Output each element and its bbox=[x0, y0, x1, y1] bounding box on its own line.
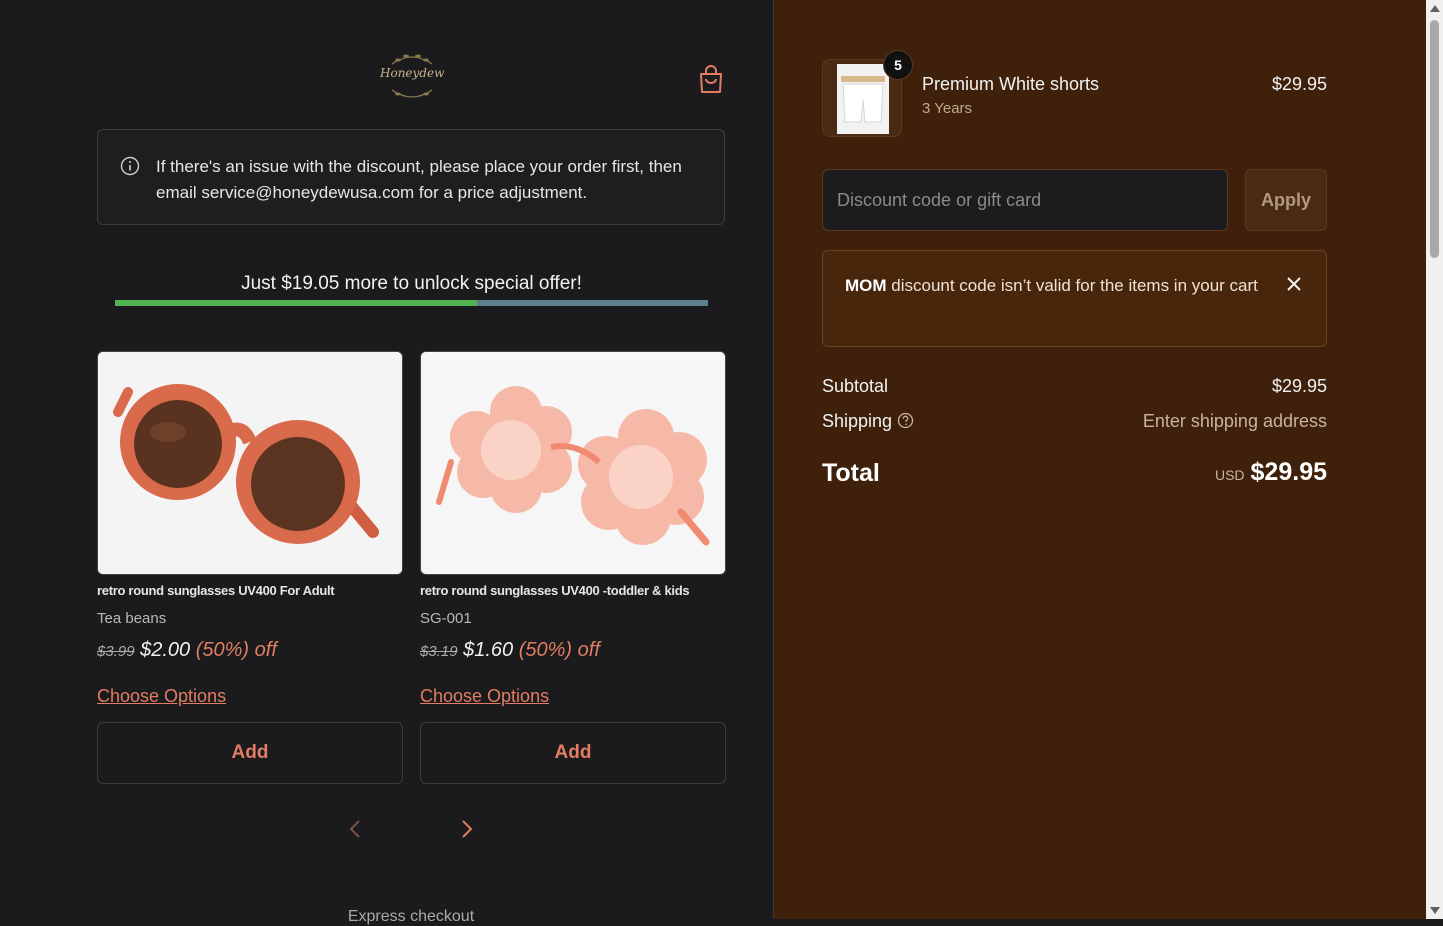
scroll-up-arrow-icon[interactable] bbox=[1430, 5, 1440, 12]
scroll-down-arrow-icon[interactable] bbox=[1430, 907, 1440, 914]
shopping-bag-icon[interactable] bbox=[697, 64, 725, 94]
discount-code: MOM bbox=[845, 276, 887, 295]
sale-price: $2.00 bbox=[140, 639, 191, 661]
upsell-card: retro round sunglasses UV400 For Adult T… bbox=[97, 351, 403, 784]
cart-item-name: Premium White shorts bbox=[922, 74, 1100, 94]
original-price: $3.99 bbox=[97, 643, 135, 660]
express-checkout-heading: Express checkout bbox=[347, 908, 475, 925]
add-button[interactable]: Add bbox=[97, 722, 403, 784]
discount-error-banner: MOM discount code isn’t valid for the it… bbox=[822, 250, 1327, 347]
product-price: $3.19 $1.60 (50%) off bbox=[420, 639, 600, 662]
product-image-sunglasses-adult[interactable] bbox=[97, 351, 403, 575]
help-icon[interactable] bbox=[897, 412, 914, 429]
sale-price: $1.60 bbox=[463, 639, 514, 661]
upsell-card: retro round sunglasses UV400 -toddler & … bbox=[420, 351, 726, 784]
product-variant: Tea beans bbox=[97, 610, 167, 627]
currency-code: USD bbox=[1214, 467, 1245, 483]
sunglasses-adult-illustration bbox=[98, 352, 402, 574]
close-icon[interactable] bbox=[1285, 275, 1303, 293]
subtotal-value: $29.95 bbox=[1271, 376, 1327, 396]
offer-message: Just $19.05 more to unlock special offer… bbox=[241, 273, 582, 294]
discount-percent: (50%) off bbox=[195, 639, 277, 661]
add-button[interactable]: Add bbox=[420, 722, 726, 784]
chevron-right-icon[interactable] bbox=[459, 818, 475, 840]
shipping-label: Shipping bbox=[822, 411, 893, 431]
scrollbar-thumb[interactable] bbox=[1430, 20, 1439, 258]
logo-text: Honeydew bbox=[380, 66, 445, 80]
discount-notice: If there's an issue with the discount, p… bbox=[97, 129, 725, 225]
choose-options-link[interactable]: Choose Options bbox=[97, 686, 226, 707]
cart-item-price: $29.95 bbox=[1271, 74, 1327, 94]
cart-item-variant: 3 Years bbox=[922, 100, 973, 117]
discount-error-text: discount code isn’t valid for the items … bbox=[886, 276, 1258, 295]
apply-button[interactable]: Apply bbox=[1245, 169, 1327, 231]
product-title[interactable]: retro round sunglasses UV400 -toddler & … bbox=[420, 583, 690, 598]
shipping-value: Enter shipping address bbox=[1142, 411, 1327, 431]
main-column: Honeydew If there's an issue with the di… bbox=[0, 0, 774, 925]
quantity-badge: 5 bbox=[883, 50, 913, 80]
product-price: $3.99 $2.00 (50%) off bbox=[97, 639, 277, 662]
total-label: Total bbox=[822, 459, 880, 487]
page-scrollbar[interactable] bbox=[1426, 0, 1443, 919]
choose-options-link[interactable]: Choose Options bbox=[420, 686, 549, 707]
chevron-left-icon[interactable] bbox=[347, 818, 363, 840]
sunglasses-kids-illustration bbox=[421, 352, 725, 574]
notice-text: If there's an issue with the discount, p… bbox=[156, 157, 682, 202]
subtotal-label: Subtotal bbox=[822, 376, 889, 396]
product-image-sunglasses-kids[interactable] bbox=[420, 351, 726, 575]
discount-code-input[interactable] bbox=[822, 169, 1228, 231]
info-icon bbox=[120, 156, 140, 176]
product-title[interactable]: retro round sunglasses UV400 For Adult bbox=[97, 583, 335, 598]
original-price: $3.19 bbox=[420, 643, 458, 660]
total-value: USD $29.95 bbox=[1150, 458, 1327, 487]
offer-progress-bar bbox=[115, 300, 708, 306]
brand-logo[interactable]: Honeydew bbox=[380, 50, 444, 102]
product-variant: SG-001 bbox=[420, 610, 472, 627]
offer-progress-fill bbox=[115, 300, 477, 306]
discount-percent: (50%) off bbox=[518, 639, 600, 661]
total-amount: $29.95 bbox=[1250, 458, 1327, 486]
discount-error-message: MOM discount code isn’t valid for the it… bbox=[845, 273, 1265, 299]
